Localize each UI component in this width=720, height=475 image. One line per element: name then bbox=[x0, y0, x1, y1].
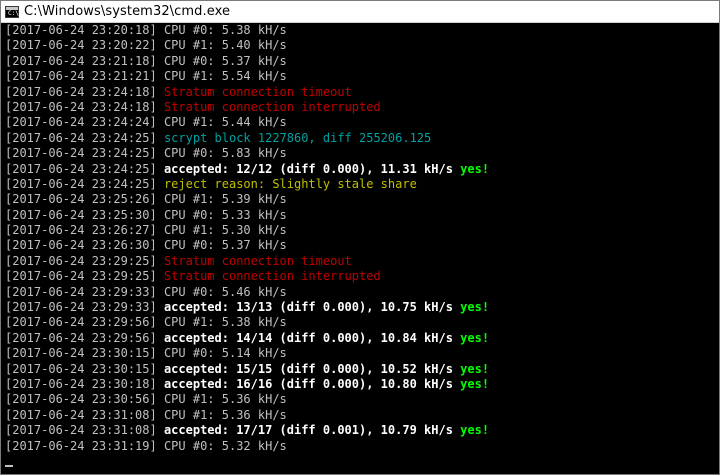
console-line: [2017-06-24 23:29:33] accepted: 13/13 (d… bbox=[5, 300, 705, 315]
console-line: [2017-06-24 23:24:25] accepted: 12/12 (d… bbox=[5, 162, 705, 177]
log-message: CPU #0: 5.37 kH/s bbox=[156, 238, 287, 253]
log-message: CPU #1: 5.30 kH/s bbox=[156, 223, 287, 238]
log-message: CPU #1: 5.36 kH/s bbox=[156, 407, 287, 422]
error-message: Stratum connection timeout bbox=[156, 253, 352, 268]
log-message: CPU #1: 5.38 kH/s bbox=[156, 315, 287, 330]
console-line: [2017-06-24 23:25:30] CPU #0: 5.33 kH/s bbox=[5, 208, 705, 223]
prompt-line[interactable] bbox=[5, 454, 705, 469]
cmd-window: C:\ C:\Windows\system32\cmd.exe [2017-06… bbox=[0, 0, 720, 475]
timestamp: [2017-06-24 23:24:25] bbox=[5, 176, 157, 191]
timestamp: [2017-06-24 23:24:24] bbox=[5, 115, 157, 130]
console-line: [2017-06-24 23:31:08] CPU #1: 5.36 kH/s bbox=[5, 408, 705, 423]
log-message: CPU #0: 5.32 kH/s bbox=[156, 438, 287, 453]
console-line: [2017-06-24 23:24:18] Stratum connection… bbox=[5, 100, 705, 115]
timestamp: [2017-06-24 23:29:33] bbox=[5, 300, 157, 315]
console-line: [2017-06-24 23:26:27] CPU #1: 5.30 kH/s bbox=[5, 223, 705, 238]
timestamp: [2017-06-24 23:21:21] bbox=[5, 69, 157, 84]
log-message: CPU #0: 5.83 kH/s bbox=[156, 146, 287, 161]
log-message: CPU #0: 5.37 kH/s bbox=[156, 53, 287, 68]
block-message: scrypt block 1227860, diff 255206.125 bbox=[156, 130, 432, 145]
console-line: [2017-06-24 23:21:18] CPU #0: 5.37 kH/s bbox=[5, 54, 705, 69]
accepted-status: yes! bbox=[460, 361, 490, 376]
timestamp: [2017-06-24 23:20:22] bbox=[5, 38, 157, 53]
error-message: Stratum connection timeout bbox=[156, 84, 352, 99]
timestamp: [2017-06-24 23:29:25] bbox=[5, 253, 157, 268]
error-message: Stratum connection interrupted bbox=[156, 269, 381, 284]
console-line: [2017-06-24 23:24:25] scrypt block 12278… bbox=[5, 131, 705, 146]
timestamp: [2017-06-24 23:26:27] bbox=[5, 223, 157, 238]
cmd-icon[interactable]: C:\ bbox=[5, 5, 19, 18]
log-message: CPU #1: 5.39 kH/s bbox=[156, 192, 287, 207]
timestamp: [2017-06-24 23:24:18] bbox=[5, 84, 157, 99]
timestamp: [2017-06-24 23:29:25] bbox=[5, 269, 157, 284]
console-line: [2017-06-24 23:29:33] CPU #0: 5.46 kH/s bbox=[5, 285, 705, 300]
timestamp: [2017-06-24 23:29:56] bbox=[5, 315, 157, 330]
console-line: [2017-06-24 23:30:56] CPU #1: 5.36 kH/s bbox=[5, 392, 705, 407]
log-message: CPU #1: 5.44 kH/s bbox=[156, 115, 287, 130]
console-line: [2017-06-24 23:29:56] CPU #1: 5.38 kH/s bbox=[5, 315, 705, 330]
console-line: [2017-06-24 23:24:25] CPU #0: 5.83 kH/s bbox=[5, 146, 705, 161]
console-line: [2017-06-24 23:30:15] CPU #0: 5.14 kH/s bbox=[5, 346, 705, 361]
timestamp: [2017-06-24 23:31:08] bbox=[5, 423, 157, 438]
cmd-icon-glyph: C:\ bbox=[8, 9, 19, 17]
timestamp: [2017-06-24 23:29:56] bbox=[5, 330, 157, 345]
log-message: CPU #0: 5.46 kH/s bbox=[156, 284, 287, 299]
timestamp: [2017-06-24 23:26:30] bbox=[5, 238, 157, 253]
log-message: CPU #0: 5.38 kH/s bbox=[156, 23, 287, 37]
timestamp: [2017-06-24 23:30:15] bbox=[5, 361, 157, 376]
log-message: CPU #0: 5.14 kH/s bbox=[156, 346, 287, 361]
timestamp: [2017-06-24 23:25:30] bbox=[5, 207, 157, 222]
console-line: [2017-06-24 23:25:26] CPU #1: 5.39 kH/s bbox=[5, 192, 705, 207]
console-line: [2017-06-24 23:20:18] CPU #0: 5.38 kH/s bbox=[5, 23, 705, 38]
timestamp: [2017-06-24 23:30:15] bbox=[5, 346, 157, 361]
accepted-status: yes! bbox=[460, 300, 490, 315]
timestamp: [2017-06-24 23:24:18] bbox=[5, 99, 157, 114]
accepted-message: accepted: 16/16 (diff 0.000), 10.80 kH/s bbox=[156, 376, 461, 391]
console-line: [2017-06-24 23:29:25] Stratum connection… bbox=[5, 269, 705, 284]
accepted-message: accepted: 17/17 (diff 0.001), 10.79 kH/s bbox=[156, 423, 461, 438]
error-message: Stratum connection interrupted bbox=[156, 99, 381, 114]
text-cursor bbox=[5, 465, 13, 468]
log-message: CPU #0: 5.33 kH/s bbox=[156, 207, 287, 222]
window-title: C:\Windows\system32\cmd.exe bbox=[24, 4, 231, 19]
console-line: [2017-06-24 23:31:08] accepted: 17/17 (d… bbox=[5, 423, 705, 438]
reject-message: reject reason: Slightly stale share bbox=[156, 176, 417, 191]
console-line: [2017-06-24 23:24:25] reject reason: Sli… bbox=[5, 177, 705, 192]
accepted-status: yes! bbox=[460, 423, 490, 438]
console-line: [2017-06-24 23:26:30] CPU #0: 5.37 kH/s bbox=[5, 238, 705, 253]
accepted-message: accepted: 13/13 (diff 0.000), 10.75 kH/s bbox=[156, 300, 461, 315]
console-output[interactable]: [2017-06-24 23:20:18] CPU #0: 5.38 kH/s[… bbox=[5, 23, 705, 473]
console-line: [2017-06-24 23:29:56] accepted: 14/14 (d… bbox=[5, 331, 705, 346]
timestamp: [2017-06-24 23:24:25] bbox=[5, 130, 157, 145]
timestamp: [2017-06-24 23:31:08] bbox=[5, 407, 157, 422]
accepted-message: accepted: 14/14 (diff 0.000), 10.84 kH/s bbox=[156, 330, 461, 345]
accepted-status: yes! bbox=[460, 376, 490, 391]
console-line: [2017-06-24 23:21:21] CPU #1: 5.54 kH/s bbox=[5, 69, 705, 84]
log-message: CPU #1: 5.54 kH/s bbox=[156, 69, 287, 84]
timestamp: [2017-06-24 23:24:25] bbox=[5, 146, 157, 161]
accepted-status: yes! bbox=[460, 330, 490, 345]
console-line: [2017-06-24 23:30:15] accepted: 15/15 (d… bbox=[5, 362, 705, 377]
timestamp: [2017-06-24 23:21:18] bbox=[5, 53, 157, 68]
console-line: [2017-06-24 23:31:19] CPU #0: 5.32 kH/s bbox=[5, 439, 705, 454]
timestamp: [2017-06-24 23:31:19] bbox=[5, 438, 157, 453]
console-line: [2017-06-24 23:24:18] Stratum connection… bbox=[5, 85, 705, 100]
console-line: [2017-06-24 23:29:25] Stratum connection… bbox=[5, 254, 705, 269]
log-message: CPU #1: 5.40 kH/s bbox=[156, 38, 287, 53]
accepted-message: accepted: 15/15 (diff 0.000), 10.52 kH/s bbox=[156, 361, 461, 376]
timestamp: [2017-06-24 23:30:56] bbox=[5, 392, 157, 407]
timestamp: [2017-06-24 23:30:18] bbox=[5, 376, 157, 391]
title-bar[interactable]: C:\ C:\Windows\system32\cmd.exe bbox=[1, 1, 719, 23]
console-line: [2017-06-24 23:24:24] CPU #1: 5.44 kH/s bbox=[5, 115, 705, 130]
console-line: [2017-06-24 23:20:22] CPU #1: 5.40 kH/s bbox=[5, 38, 705, 53]
timestamp: [2017-06-24 23:25:26] bbox=[5, 192, 157, 207]
accepted-status: yes! bbox=[460, 161, 490, 176]
timestamp: [2017-06-24 23:20:18] bbox=[5, 23, 157, 37]
timestamp: [2017-06-24 23:24:25] bbox=[5, 161, 157, 176]
timestamp: [2017-06-24 23:29:33] bbox=[5, 284, 157, 299]
console-line: [2017-06-24 23:30:18] accepted: 16/16 (d… bbox=[5, 377, 705, 392]
accepted-message: accepted: 12/12 (diff 0.000), 11.31 kH/s bbox=[156, 161, 461, 176]
log-message: CPU #1: 5.36 kH/s bbox=[156, 392, 287, 407]
